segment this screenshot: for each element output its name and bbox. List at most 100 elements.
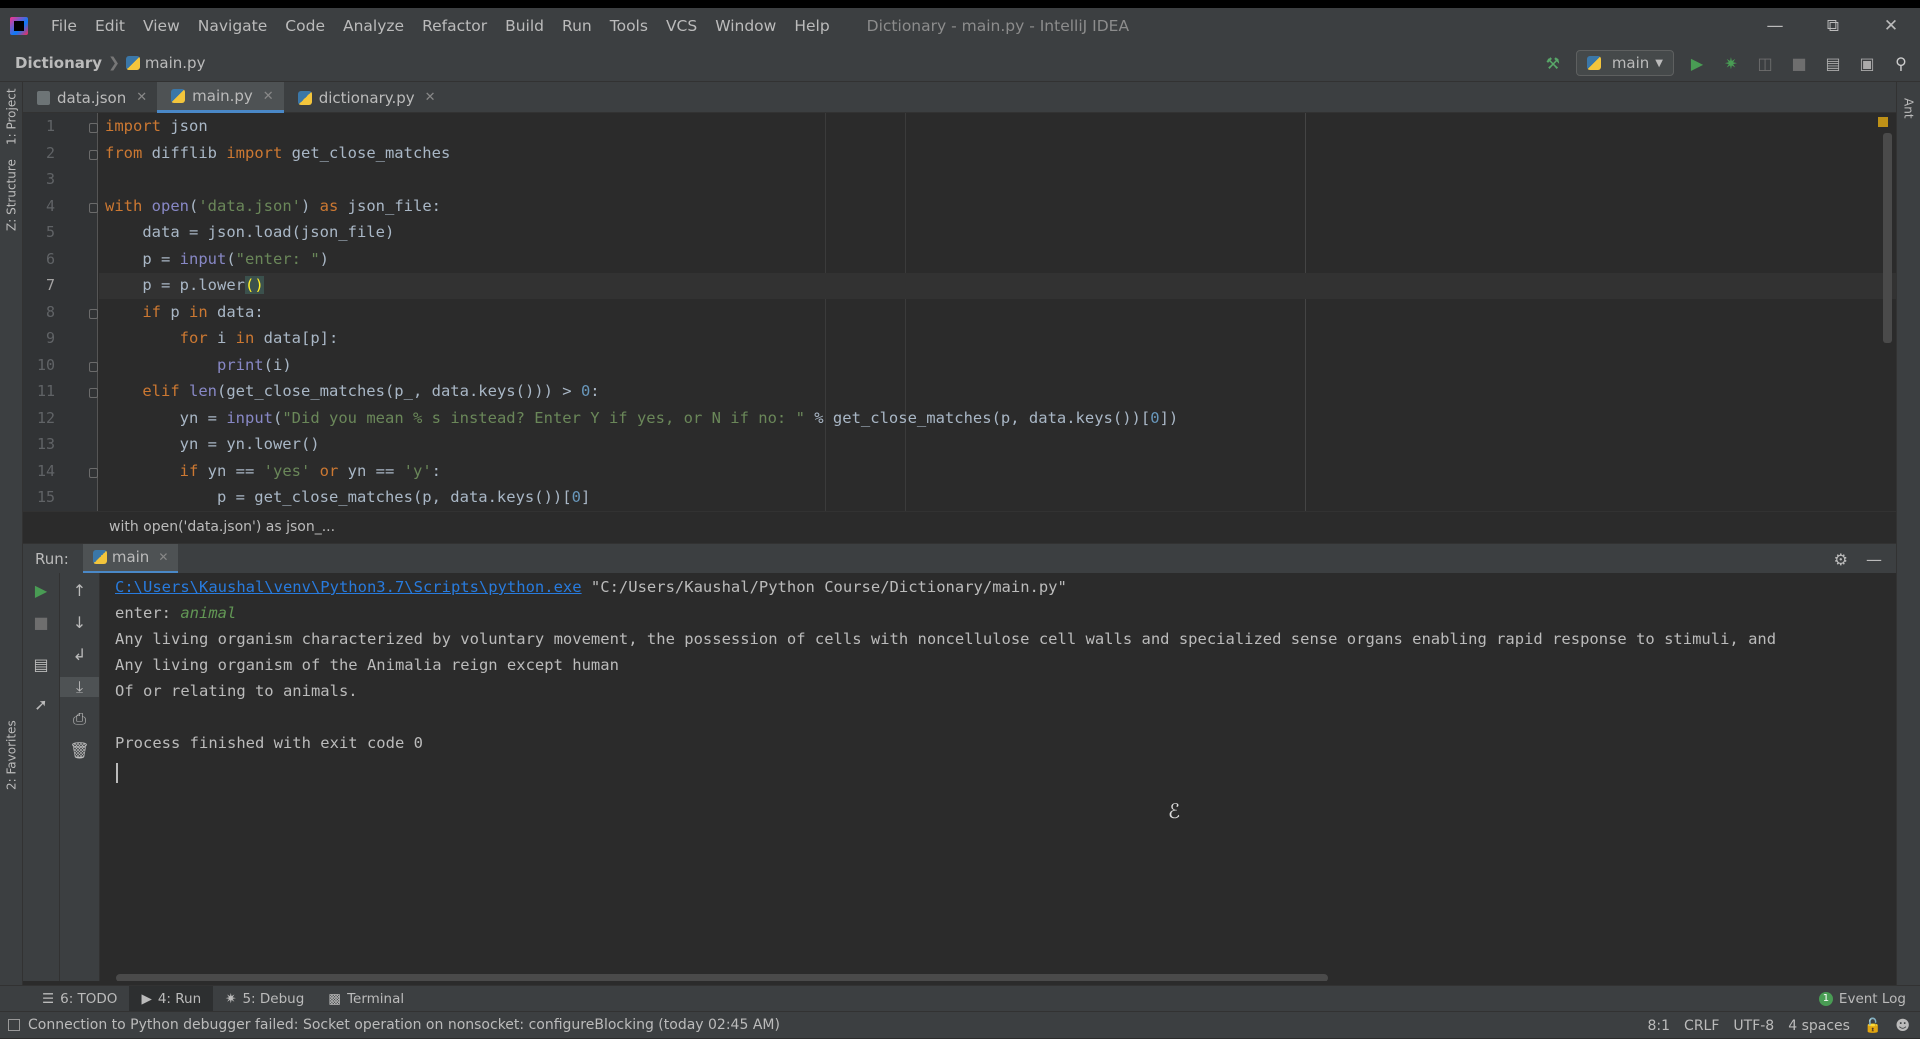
run-configuration-select[interactable]: main ▼ bbox=[1575, 50, 1674, 76]
arrow-down-icon[interactable]: ↓ bbox=[60, 613, 99, 632]
menu-build[interactable]: Build bbox=[496, 17, 553, 35]
code-line[interactable]: yn = yn.lower() bbox=[105, 435, 320, 453]
line-number: 9 bbox=[45, 329, 55, 347]
build-hammer-icon[interactable]: ⚒ bbox=[1542, 52, 1564, 74]
fold-marker-icon[interactable] bbox=[89, 361, 98, 372]
run-with-coverage-icon[interactable]: ◫ bbox=[1754, 52, 1776, 74]
restore-icon[interactable]: ⧉ bbox=[1804, 8, 1862, 44]
run-console[interactable]: C:\Users\Kaushal\venv\Python3.7\Scripts\… bbox=[100, 573, 1896, 981]
tab-todo[interactable]: ☰ 6: TODO bbox=[30, 986, 129, 1012]
gear-icon[interactable]: ⚙ bbox=[1834, 550, 1848, 569]
menu-refactor[interactable]: Refactor bbox=[413, 17, 496, 35]
lock-icon[interactable]: 🔓 bbox=[1864, 1018, 1881, 1034]
tab-run[interactable]: ▶ 4: Run bbox=[129, 985, 214, 1012]
close-tab-icon[interactable]: ✕ bbox=[158, 550, 168, 564]
menu-navigate[interactable]: Navigate bbox=[189, 17, 277, 35]
code-line[interactable]: if yn == 'yes' or yn == 'y': bbox=[105, 462, 441, 480]
line-separator[interactable]: CRLF bbox=[1684, 1018, 1719, 1034]
search-icon[interactable]: ⚲ bbox=[1890, 52, 1912, 74]
interpreter-path-link[interactable]: C:\Users\Kaushal\venv\Python3.7\Scripts\… bbox=[115, 578, 582, 596]
code-line[interactable]: p = input("enter: ") bbox=[105, 250, 329, 268]
menu-code[interactable]: Code bbox=[276, 17, 334, 35]
menu-tools[interactable]: Tools bbox=[601, 17, 657, 35]
print-icon[interactable]: ⎙ bbox=[60, 709, 99, 729]
fold-marker-icon[interactable] bbox=[89, 467, 98, 478]
scroll-to-end-icon[interactable]: ⤓ bbox=[60, 677, 99, 697]
code-editor[interactable]: 1 2 3 4 5 6 7 8 9 10 11 12 13 14 15 import json from di… bbox=[23, 113, 1896, 511]
rerun-icon[interactable]: ▶ bbox=[23, 581, 59, 600]
code-breadcrumb: with open('data.json') as json_... bbox=[23, 511, 1896, 541]
event-log-button[interactable]: 1 Event Log bbox=[1818, 986, 1906, 1012]
menu-window[interactable]: Window bbox=[706, 17, 785, 35]
breadcrumb-project[interactable]: Dictionary bbox=[15, 54, 102, 72]
structure-tool-tab[interactable]: Z: Structure bbox=[0, 154, 23, 236]
line-number: 15 bbox=[36, 488, 55, 506]
code-breadcrumb-item[interactable]: with open('data.json') as json_... bbox=[109, 519, 335, 535]
navigation-bar: Dictionary ❯ main.py ⚒ main ▼ ▶ ✷ ◫ ■ ▤ … bbox=[0, 44, 1920, 82]
right-tool-strip: Ant bbox=[1896, 82, 1920, 1002]
debug-bug-icon[interactable]: ✷ bbox=[1720, 52, 1742, 74]
console-horizontal-scrollbar[interactable] bbox=[116, 974, 1328, 981]
menu-vcs[interactable]: VCS bbox=[657, 17, 706, 35]
code-line[interactable]: p = get_close_matches(p, data.keys())[0] bbox=[105, 488, 590, 506]
tab-main-py[interactable]: main.py ✕ bbox=[157, 82, 284, 113]
editor-scrollbar[interactable] bbox=[1883, 133, 1892, 343]
close-icon[interactable]: ✕ bbox=[1862, 8, 1920, 44]
menu-run[interactable]: Run bbox=[553, 17, 601, 35]
close-tab-icon[interactable]: ✕ bbox=[425, 90, 436, 105]
tab-debug[interactable]: ✷ 5: Debug bbox=[213, 986, 316, 1012]
code-line[interactable]: elif len(get_close_matches(p_, data.keys… bbox=[105, 382, 599, 400]
arrow-up-icon[interactable]: ↑ bbox=[60, 581, 99, 600]
code-line[interactable]: p = p.lower() bbox=[105, 276, 264, 294]
run-panel-label: Run: bbox=[35, 549, 69, 568]
fold-marker-icon[interactable] bbox=[89, 123, 98, 133]
code-line[interactable]: for i in data[p]: bbox=[105, 329, 339, 347]
code-line[interactable]: data = json.load(json_file) bbox=[105, 223, 394, 241]
fold-marker-icon[interactable] bbox=[89, 308, 98, 319]
menu-edit[interactable]: Edit bbox=[86, 17, 134, 35]
ant-tool-tab[interactable]: Ant bbox=[1897, 86, 1920, 130]
menu-view[interactable]: View bbox=[134, 17, 189, 35]
close-tab-icon[interactable]: ✕ bbox=[263, 89, 274, 104]
line-number: 13 bbox=[36, 435, 55, 453]
file-encoding[interactable]: UTF-8 bbox=[1733, 1018, 1774, 1034]
tab-dictionary-py[interactable]: dictionary.py ✕ bbox=[284, 82, 446, 113]
code-line[interactable]: print(i) bbox=[105, 356, 292, 374]
stop-icon[interactable]: ■ bbox=[23, 613, 59, 632]
code-line[interactable]: from difflib import get_close_matches bbox=[105, 144, 450, 162]
soft-wrap-icon[interactable]: ↲ bbox=[60, 645, 99, 664]
stop-icon[interactable]: ■ bbox=[1788, 52, 1810, 74]
code-line[interactable]: import json bbox=[105, 117, 208, 135]
tab-data-json[interactable]: data.json ✕ bbox=[23, 82, 157, 113]
status-message[interactable]: Connection to Python debugger failed: So… bbox=[8, 1017, 780, 1033]
close-tab-icon[interactable]: ✕ bbox=[136, 90, 147, 105]
pin-icon[interactable]: ➚ bbox=[23, 695, 59, 714]
project-structure-icon[interactable]: ▤ bbox=[1822, 52, 1844, 74]
code-line[interactable]: if p in data: bbox=[105, 303, 263, 321]
inspection-warning-icon[interactable] bbox=[1878, 117, 1888, 127]
menu-help[interactable]: Help bbox=[785, 17, 838, 35]
code-line[interactable]: yn = input("Did you mean % s instead? En… bbox=[105, 409, 1179, 427]
menu-file[interactable]: File bbox=[42, 17, 86, 35]
hide-panel-icon[interactable]: — bbox=[1866, 550, 1882, 569]
code-line[interactable]: with open('data.json') as json_file: bbox=[105, 197, 441, 215]
breadcrumb-file[interactable]: main.py bbox=[145, 54, 206, 72]
layout-icon[interactable]: ▤ bbox=[23, 655, 59, 674]
fold-marker-icon[interactable] bbox=[89, 388, 98, 398]
fold-marker-icon[interactable] bbox=[89, 149, 98, 160]
fold-marker-icon[interactable] bbox=[89, 202, 98, 213]
tab-label: dictionary.py bbox=[318, 88, 415, 107]
inspector-icon[interactable]: ☻ bbox=[1895, 1018, 1910, 1034]
run-tab-main[interactable]: main ✕ bbox=[82, 543, 179, 574]
presentation-mode-icon[interactable]: ▣ bbox=[1856, 52, 1878, 74]
indent-setting[interactable]: 4 spaces bbox=[1788, 1018, 1850, 1034]
project-tool-tab[interactable]: 1: Project bbox=[0, 82, 23, 152]
run-icon[interactable]: ▶ bbox=[1686, 52, 1708, 74]
run-toolbar-primary: ▶ ■ ▤ ➚ bbox=[23, 573, 60, 981]
caret-position[interactable]: 8:1 bbox=[1648, 1018, 1671, 1034]
trash-icon[interactable]: 🗑 bbox=[60, 741, 99, 760]
minimize-icon[interactable]: — bbox=[1746, 8, 1804, 44]
favorites-tool-tab[interactable]: 2: Favorites bbox=[0, 710, 23, 800]
tab-terminal[interactable]: ▩ Terminal bbox=[316, 986, 416, 1012]
menu-analyze[interactable]: Analyze bbox=[334, 17, 413, 35]
